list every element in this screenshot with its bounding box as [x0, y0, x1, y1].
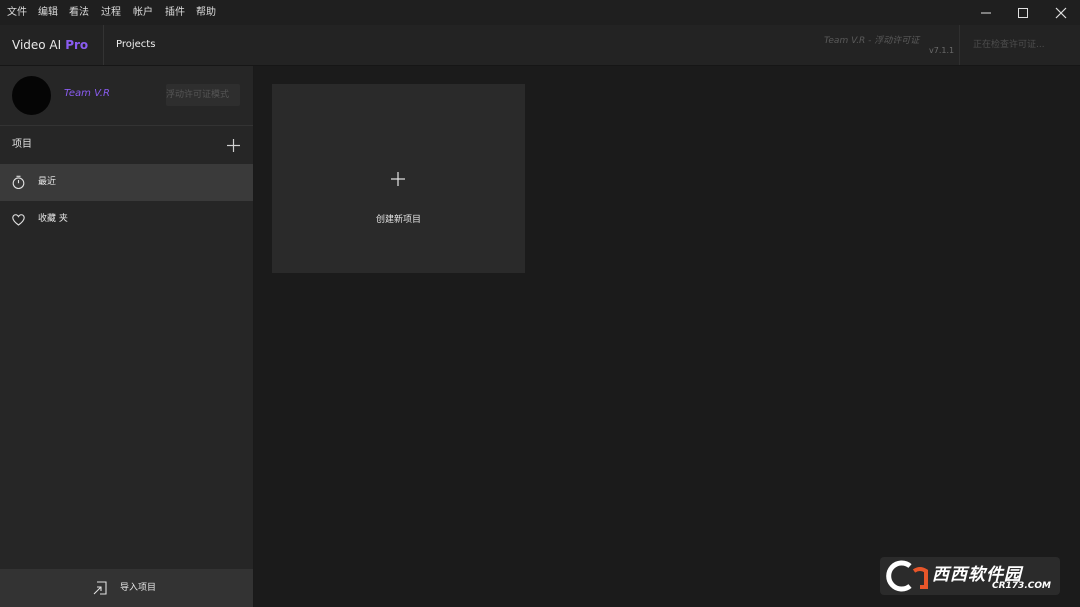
create-project-card[interactable]: 创建新项目: [272, 84, 525, 273]
create-project-label: 创建新项目: [375, 215, 421, 225]
plus-icon: [391, 172, 405, 186]
header-divider: [103, 25, 104, 65]
heart-icon: [12, 214, 25, 226]
license-status: 正在检查许可证...: [973, 40, 1045, 50]
brand-pro: Pro: [65, 38, 89, 52]
header-divider: [959, 25, 960, 65]
sidebar-item-label: 收藏 夹: [38, 214, 68, 224]
menu-bar: 文件 编辑 看法 过程 帐户 插件 帮助: [0, 0, 1080, 25]
projects-grid: 创建新项目: [254, 66, 1080, 607]
import-project-label: 导入项目: [120, 583, 157, 593]
avatar[interactable]: [12, 76, 51, 115]
app-version: v7.1.1: [929, 46, 955, 55]
app-logo: Video AI Pro: [12, 25, 88, 65]
projects-label: 项目: [12, 139, 32, 150]
maximize-button[interactable]: [1004, 0, 1042, 25]
brand-name: Video AI: [12, 38, 62, 52]
projects-section-header: 项目: [0, 126, 253, 164]
sidebar-item-label: 最近: [38, 177, 57, 187]
menu-plugins[interactable]: 插件: [165, 0, 185, 25]
user-panel: Team V.R 浮动许可证模式: [0, 66, 253, 126]
add-project-button[interactable]: [225, 137, 242, 154]
watermark: 西西软件园 CR173.COM: [880, 557, 1060, 595]
app-header: Video AI Pro Projects Team V.R - 浮动许可证 v7…: [0, 25, 1080, 66]
license-mode-button[interactable]: 浮动许可证模式: [166, 84, 240, 106]
license-owner: Team V.R - 浮动许可证: [824, 36, 920, 46]
close-button[interactable]: [1042, 0, 1080, 25]
sidebar-item-favorites[interactable]: 收藏 夹: [0, 201, 253, 238]
menu-view[interactable]: 看法: [69, 0, 89, 25]
sidebar: Team V.R 浮动许可证模式 项目 最近 收藏 夹 导入项目: [0, 66, 254, 607]
minimize-button[interactable]: [967, 0, 1005, 25]
menu-account[interactable]: 帐户: [133, 0, 153, 25]
import-project-button[interactable]: 导入项目: [0, 569, 253, 607]
menu-help[interactable]: 帮助: [196, 0, 216, 25]
tab-projects[interactable]: Projects: [116, 25, 155, 65]
maximize-icon: [1018, 7, 1028, 18]
close-icon: [1055, 7, 1067, 18]
stopwatch-icon: [12, 175, 25, 190]
user-name: Team V.R: [64, 88, 110, 99]
sidebar-item-recent[interactable]: 最近: [0, 164, 253, 201]
import-icon: [93, 581, 107, 595]
watermark-logo-icon: [886, 560, 928, 592]
minimize-icon: [981, 12, 991, 13]
menu-file[interactable]: 文件: [7, 0, 27, 25]
menu-edit[interactable]: 编辑: [38, 0, 58, 25]
menu-process[interactable]: 过程: [101, 0, 121, 25]
watermark-url: CR173.COM: [992, 581, 1051, 591]
